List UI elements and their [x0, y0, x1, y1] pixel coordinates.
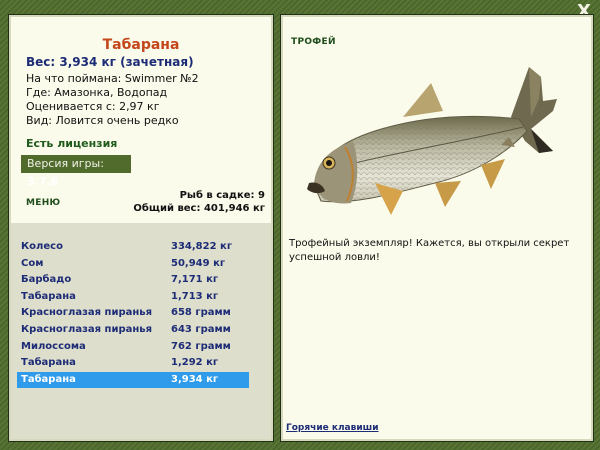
fish-image [307, 67, 557, 215]
fish-list-row[interactable]: Сом 50,949 кг [17, 256, 249, 272]
fish-list-row[interactable]: Барбадо 7,171 кг [17, 272, 249, 288]
fish-list-name: Табарана [21, 290, 76, 302]
keepnet-summary: Рыб в садке: 9 Общий вес: 401,946 кг [133, 189, 265, 215]
fish-list-row[interactable]: Табарана 1,292 кг [17, 355, 249, 371]
fish-list-weight: 50,949 кг [171, 257, 226, 269]
fish-weight: Вес: 3,934 кг (зачетная) [26, 55, 194, 69]
fish-list-name: Красноглазая пиранья [21, 307, 153, 319]
fish-list-name: Барбадо [21, 274, 72, 286]
fish-list-row[interactable]: Красноглазая пиранья 658 грамм [17, 305, 249, 321]
fish-list-name: Колесо [21, 241, 63, 252]
version-number: 3.7.6 [27, 175, 59, 188]
catch-bait: На что поймана: Swimmer №2 [26, 72, 199, 85]
catch-location: Где: Амазонка, Водопад [26, 86, 168, 99]
fish-list-row[interactable]: Красноглазая пиранья 643 грамм [17, 322, 249, 338]
menu-tab[interactable]: МЕНЮ [26, 198, 60, 208]
fish-list-name: Сом [21, 257, 44, 269]
license-status: Есть лицензия [26, 137, 118, 150]
keepnet-count: Рыб в садке: 9 [179, 190, 265, 201]
catch-info-panel: Табарана Вес: 3,934 кг (зачетная) На что… [8, 14, 274, 442]
fish-list-weight: 643 грамм [171, 324, 231, 335]
fish-list-row[interactable]: Табарана 3,934 кг [17, 371, 249, 388]
fish-list-weight: 334,822 кг [171, 241, 233, 252]
fish-list-name: Табарана [21, 357, 76, 369]
fish-list-weight: 7,171 кг [171, 274, 219, 286]
fish-list: Колесо 334,822 кг Сом 50,949 кг Барбадо 7,171… [11, 223, 271, 439]
fish-list-weight: 3,934 кг [171, 373, 219, 385]
catch-price: Оценивается с: 2,97 кг [26, 100, 160, 113]
trophy-tab: ТРОФЕЙ [291, 37, 336, 47]
fish-list-weight: 1,292 кг [171, 357, 219, 369]
fish-list-weight: 762 грамм [171, 340, 231, 352]
hotkeys-link[interactable]: Горячие клавиши [286, 423, 379, 433]
fish-list-row[interactable]: Милоссома 762 грамм [17, 339, 249, 355]
catch-kind: Вид: Ловится очень редко [26, 114, 179, 127]
trophy-message: Трофейный экземпляр! Кажется, вы открыли… [289, 238, 570, 263]
fish-list-name: Милоссома [21, 340, 86, 352]
fish-list-weight: 658 грамм [171, 307, 231, 319]
trophy-panel: ТРОФЕЙ Трофейный экземпляр! Кажется, вы … [280, 14, 594, 442]
fish-list-name: Красноглазая пиранья [21, 324, 153, 335]
fish-list-row[interactable]: Колесо 334,822 кг [17, 239, 249, 255]
keepnet-total: Общий вес: 401,946 кг [133, 203, 265, 214]
fish-list-weight: 1,713 кг [171, 290, 219, 302]
version-badge: Версия игры: 3.7.6 [21, 155, 131, 188]
fish-title: Табарана [102, 37, 180, 53]
version-label: Версия игры: [27, 157, 104, 170]
fish-list-row[interactable]: Табарана 1,713 кг [17, 289, 249, 305]
fish-list-name: Табарана [21, 373, 76, 385]
